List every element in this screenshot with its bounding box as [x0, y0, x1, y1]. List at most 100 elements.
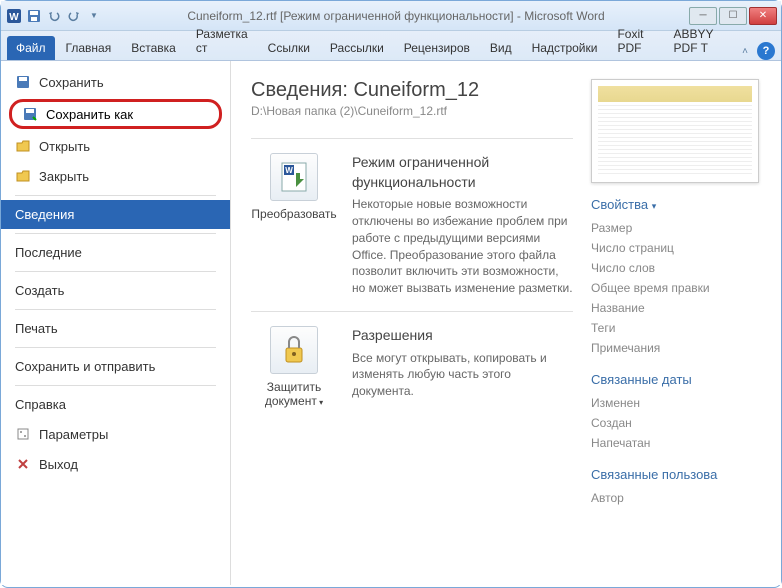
sidebar-item-share[interactable]: Сохранить и отправить: [1, 352, 230, 381]
prop-size[interactable]: Размер: [591, 218, 761, 238]
prop-comments[interactable]: Примечания: [591, 338, 761, 358]
tab-addins[interactable]: Надстройки: [523, 36, 607, 60]
prop-author[interactable]: Автор: [591, 488, 761, 508]
page-title: Сведения: Cuneiform_12: [251, 79, 573, 102]
exit-icon: [15, 456, 31, 472]
tab-foxit[interactable]: Foxit PDF: [608, 22, 662, 60]
section-title: Режим ограниченной функциональности: [352, 153, 573, 192]
sidebar-item-label: Параметры: [39, 427, 108, 442]
prop-pages[interactable]: Число страниц: [591, 238, 761, 258]
folder-open-icon: [15, 138, 31, 154]
title-docname: Cuneiform_12: [353, 79, 479, 101]
properties-pane: Свойства ▾ Размер Число страниц Число сл…: [591, 79, 761, 567]
options-icon: [15, 426, 31, 442]
separator: [15, 233, 216, 234]
convert-icon: W: [270, 153, 318, 201]
permissions-section: Защитить документ ▾ Разрешения Все могут…: [251, 311, 573, 422]
sidebar-item-close[interactable]: Закрыть: [1, 161, 230, 191]
save-as-icon: [22, 106, 38, 122]
sidebar-item-recent[interactable]: Последние: [1, 238, 230, 267]
svg-text:W: W: [9, 12, 19, 23]
title-prefix: Сведения:: [251, 79, 353, 101]
tab-home[interactable]: Главная: [57, 36, 121, 60]
separator: [15, 271, 216, 272]
sidebar-item-label: Сохранить как: [46, 107, 133, 122]
prop-edit-time[interactable]: Общее время правки: [591, 278, 761, 298]
section-body: Все могут открывать, копировать и изменя…: [352, 350, 573, 400]
sidebar-item-info[interactable]: Сведения: [1, 200, 230, 229]
sidebar-item-label: Сведения: [15, 207, 74, 222]
prop-created[interactable]: Создан: [591, 413, 761, 433]
backstage-content: Сведения: Cuneiform_12 D:\Новая папка (2…: [231, 61, 781, 585]
quick-access-toolbar: W ▼: [5, 7, 103, 25]
prop-modified[interactable]: Изменен: [591, 393, 761, 413]
info-main: Сведения: Cuneiform_12 D:\Новая папка (2…: [251, 79, 573, 567]
separator: [15, 385, 216, 386]
dropdown-arrow-icon: ▾: [317, 398, 323, 407]
sidebar-item-saveas[interactable]: Сохранить как: [9, 99, 222, 129]
tab-file[interactable]: Файл: [7, 36, 55, 60]
sidebar-item-save[interactable]: Сохранить: [1, 67, 230, 97]
button-label: Преобразовать: [251, 207, 336, 221]
lock-icon: [270, 326, 318, 374]
properties-heading[interactable]: Свойства ▾: [591, 197, 761, 212]
ribbon-minimize-icon[interactable]: ˄: [737, 43, 753, 59]
protect-button[interactable]: Защитить документ ▾: [251, 326, 337, 408]
save-icon: [15, 74, 31, 90]
folder-close-icon: [15, 168, 31, 184]
sidebar-item-help[interactable]: Справка: [1, 390, 230, 419]
qat-dropdown-icon[interactable]: ▼: [85, 7, 103, 25]
sidebar-item-exit[interactable]: Выход: [1, 449, 230, 479]
document-path: D:\Новая папка (2)\Cuneiform_12.rtf: [251, 104, 573, 118]
section-title: Разрешения: [352, 326, 573, 346]
button-label: Защитить документ: [265, 380, 321, 408]
compat-section: W Преобразовать Режим ограниченной функц…: [251, 138, 573, 311]
sidebar-item-label: Закрыть: [39, 169, 89, 184]
separator: [15, 309, 216, 310]
chevron-down-icon: ▾: [652, 201, 657, 211]
sidebar-item-options[interactable]: Параметры: [1, 419, 230, 449]
tab-mailings[interactable]: Рассылки: [321, 36, 393, 60]
permissions-text: Разрешения Все могут открывать, копирова…: [352, 326, 573, 408]
sidebar-item-label: Печать: [15, 321, 58, 336]
close-button[interactable]: ✕: [749, 7, 777, 25]
prop-tags[interactable]: Теги: [591, 318, 761, 338]
prop-words[interactable]: Число слов: [591, 258, 761, 278]
prop-title[interactable]: Название: [591, 298, 761, 318]
prop-printed[interactable]: Напечатан: [591, 433, 761, 453]
window-title: Cuneiform_12.rtf [Режим ограниченной фун…: [103, 9, 689, 23]
tab-abbyy[interactable]: ABBYY PDF T: [665, 22, 735, 60]
help-icon[interactable]: ?: [757, 42, 775, 60]
sidebar-item-label: Открыть: [39, 139, 90, 154]
undo-icon[interactable]: [45, 7, 63, 25]
compat-text: Режим ограниченной функциональности Неко…: [352, 153, 573, 297]
tab-insert[interactable]: Вставка: [122, 36, 185, 60]
tab-references[interactable]: Ссылки: [259, 36, 319, 60]
svg-text:W: W: [285, 166, 293, 175]
save-icon[interactable]: [25, 7, 43, 25]
sidebar-item-print[interactable]: Печать: [1, 314, 230, 343]
ribbon-tabs: Файл Главная Вставка Разметка ст Ссылки …: [1, 31, 781, 61]
convert-button[interactable]: W Преобразовать: [251, 153, 337, 297]
sidebar-item-label: Справка: [15, 397, 66, 412]
redo-icon[interactable]: [65, 7, 83, 25]
sidebar-item-open[interactable]: Открыть: [1, 131, 230, 161]
separator: [15, 195, 216, 196]
word-app-icon[interactable]: W: [5, 7, 23, 25]
sidebar-item-label: Выход: [39, 457, 78, 472]
dates-heading: Связанные даты: [591, 372, 761, 387]
sidebar-item-new[interactable]: Создать: [1, 276, 230, 305]
backstage-view: Сохранить Сохранить как Открыть Закрыть …: [1, 61, 781, 585]
sidebar-item-label: Сохранить и отправить: [15, 359, 155, 374]
sidebar-item-label: Создать: [15, 283, 64, 298]
document-thumbnail[interactable]: [591, 79, 759, 183]
sidebar-item-label: Сохранить: [39, 75, 104, 90]
tab-review[interactable]: Рецензиров: [395, 36, 479, 60]
people-heading: Связанные пользова: [591, 467, 761, 482]
sidebar-item-label: Последние: [15, 245, 82, 260]
tab-layout[interactable]: Разметка ст: [187, 22, 257, 60]
section-body: Некоторые новые возможности отключены во…: [352, 196, 573, 297]
tab-view[interactable]: Вид: [481, 36, 521, 60]
separator: [15, 347, 216, 348]
backstage-sidebar: Сохранить Сохранить как Открыть Закрыть …: [1, 61, 231, 585]
